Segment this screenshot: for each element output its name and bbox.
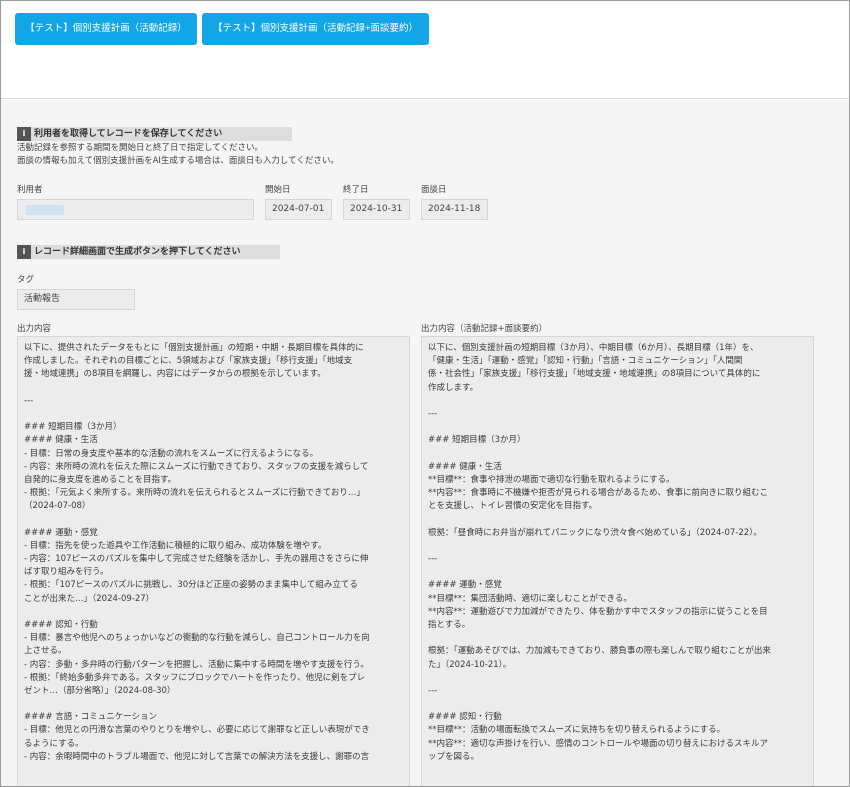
output-line: --- <box>428 554 438 564</box>
output-line: - 目標：暴言や他児へのちょっかいなどの衝動的な行動を減らし、自己コントロール力… <box>24 633 370 644</box>
output-line: **目標**：食事や排泄の場面で適切な行動を取れるようにする。 <box>428 474 675 485</box>
section-title: レコード詳細画面で生成ボタンを押下してください <box>34 247 241 257</box>
output-line: **目標**：活動の場面転換でスムーズに気持ちを切り替えられるようにする。 <box>428 725 726 736</box>
start-date-label: 開始日 <box>265 185 291 195</box>
tag-label: タグ <box>17 275 35 285</box>
section-header-generate: i レコード詳細画面で生成ボタンを押下してください <box>17 245 280 259</box>
output-line: **目標**：集団活動時、適切に楽しむことができる。 <box>428 593 632 604</box>
user-field[interactable] <box>17 199 254 220</box>
end-date-field[interactable]: 2024-10-31 <box>343 199 410 220</box>
output-line: - 根拠：「終始多動多弁である。スタッフにブロックでハートを作ったり、他児に剣を… <box>24 672 366 683</box>
output-line: た」（2024-10-21）。 <box>428 659 512 670</box>
output-line: #### 健康・生活 <box>428 461 502 472</box>
info-icon: i <box>17 245 31 259</box>
output-line: 作成します。 <box>428 382 479 393</box>
output-line: - 目標：日常の身支度や基本的な活動の流れをスムーズに行えるようになる。 <box>24 448 319 459</box>
output-line: --- <box>428 408 438 419</box>
instruction-text: 面談の情報も加えて個別支援計画をAI生成する場合は、面談日も入力してください。 <box>17 156 339 166</box>
output-line: ### 短期目標（3か月） <box>24 422 122 433</box>
output-line: **内容**：運動遊びで力加減ができたり、体を動かす中でスタッフの指示に従うこと… <box>428 606 768 617</box>
action-bar: 【テスト】個別支援計画（活動記録） 【テスト】個別支援計画（活動記録+面談要約） <box>1 1 849 99</box>
output-line: **内容**：適切な声掛けを行い、感情のコントロールや場面の切り替えにおけるスキ… <box>428 738 769 749</box>
output-line: #### 認知・行動 <box>428 712 502 723</box>
output-line: 根拠：「昼食時にお弁当が崩れてパニックになり渋々食べ始めている」（2024-07… <box>428 527 762 538</box>
info-icon: i <box>17 127 31 141</box>
output-line: ゼント…（部分省略）」（2024-08-30） <box>24 685 176 696</box>
generate-plan-activity-button[interactable]: 【テスト】個別支援計画（活動記録） <box>15 13 197 45</box>
output-line: - 内容：来所時の流れを伝えた際にスムーズに行動できており、スタッフの支援を減ら… <box>24 461 369 472</box>
output-line: ばす取り組みを行う。 <box>24 567 109 578</box>
output-line: （2024-07-08） <box>24 501 91 512</box>
output-line: 作成しました。それぞれの目標ごとに、5領域および「家族支援」「移行支援」「地域支 <box>24 356 353 367</box>
output-line: --- <box>24 395 34 406</box>
output-interview-textarea[interactable]: 以下に、個別支援計画の短期目標（3か月）、中期目標（6か月）、長期目標（1年）を… <box>421 336 814 786</box>
output-line: --- <box>428 685 438 696</box>
instruction-text: 活動記録を参照する期間を開始日と終了日で指定してください。 <box>17 143 263 153</box>
generate-plan-activity-interview-button[interactable]: 【テスト】個別支援計画（活動記録+面談要約） <box>202 13 429 45</box>
section-title: 利用者を取得してレコードを保存してください <box>34 129 223 139</box>
interview-date-field[interactable]: 2024-11-18 <box>421 199 488 220</box>
output-interview-label: 出力内容（活動記録+面談要約） <box>421 324 548 334</box>
output-line: 以下に、個別支援計画の短期目標（3か月）、中期目標（6か月）、長期目標（1年）を… <box>428 343 759 353</box>
tag-field[interactable]: 活動報告 <box>17 289 135 310</box>
output-line: 指とする。 <box>428 619 471 630</box>
output-line: - 内容：107ピースのパズルを集中して完成させた経験を活かし、手先の器用さをさ… <box>24 554 369 564</box>
output-line: #### 健康・生活 <box>24 435 98 446</box>
end-date-label: 終了日 <box>343 185 369 195</box>
output-line: 以下に、提供されたデータをもとに「個別支援計画」の短期・中期・長期目標を具体的に <box>24 343 364 353</box>
output-line: - 内容：余暇時間中のトラブル場面で、他児に対して言葉での解決方法を支援し、謝罪… <box>24 751 370 762</box>
output-line: 係・社会性」「家族支援」「移行支援」「地域支援・地域連携」の8項目について具体的… <box>428 369 761 380</box>
output-line: 「健康・生活」「運動・感覚」「認知・行動」「言語・コミュニケーション」「人間関 <box>428 356 743 367</box>
output-label: 出力内容 <box>17 324 52 334</box>
output-line: #### 運動・感覚 <box>428 580 502 591</box>
section-header-fetch-user: i 利用者を取得してレコードを保存してください <box>17 127 292 141</box>
output-line: **内容**：食事時に不機嫌や拒否が見られる場合があるため、食事に前向きに取り組… <box>428 488 769 499</box>
interview-date-label: 面談日 <box>421 185 447 195</box>
output-line: ップを図る。 <box>428 751 480 762</box>
redacted-user-name <box>26 205 64 215</box>
output-line: 援・地域連携」の8項目を網羅し、内容にはデータからの根拠を示しています。 <box>24 369 326 380</box>
output-line: ### 短期目標（3か月） <box>428 435 526 446</box>
output-line: - 根拠：「107ピースのパズルに挑戦し、30分ほど正座の姿勢のまま集中して組み… <box>24 580 358 591</box>
start-date-field[interactable]: 2024-07-01 <box>265 199 332 220</box>
output-line: 自発的に身支度を進めることを目指す。 <box>24 474 177 485</box>
app-window: 【テスト】個別支援計画（活動記録） 【テスト】個別支援計画（活動記録+面談要約）… <box>0 0 850 787</box>
output-line: - 目標：指先を使った遊具や工作活動に積極的に取り組み、成功体験を増やす。 <box>24 540 327 551</box>
output-line: ことが出来た…」（2024-09-27） <box>24 593 155 604</box>
user-label: 利用者 <box>17 185 43 195</box>
output-line: 根拠：「運動あそびでは、力加減もできており、勝負事の際も楽しんで取り組むことが出… <box>428 646 771 657</box>
output-line: #### 認知・行動 <box>24 619 98 630</box>
output-line: - 内容：多動・多弁時の行動パターンを把握し、活動に集中する時間を増やす支援を行… <box>24 659 369 670</box>
output-line: #### 言語・コミュニケーション <box>24 712 158 723</box>
output-line: - 根拠：「元気よく来所する。来所時の流れを伝えられるとスムーズに行動できており… <box>24 488 365 499</box>
output-textarea[interactable]: 以下に、提供されたデータをもとに「個別支援計画」の短期・中期・長期目標を具体的に… <box>17 336 410 786</box>
output-line: とを支援し、トイレ習慣の安定化を目指す。 <box>428 501 598 512</box>
output-line: るようにする。 <box>24 738 84 749</box>
record-form: i 利用者を取得してレコードを保存してください 活動記録を参照する期間を開始日と… <box>1 100 849 786</box>
output-line: 上させる。 <box>24 646 67 657</box>
output-line: - 目標：他児との円滑な言葉のやりとりを増やし、必要に応じて謝罪など正しい表現が… <box>24 725 370 736</box>
output-line: #### 運動・感覚 <box>24 527 98 538</box>
